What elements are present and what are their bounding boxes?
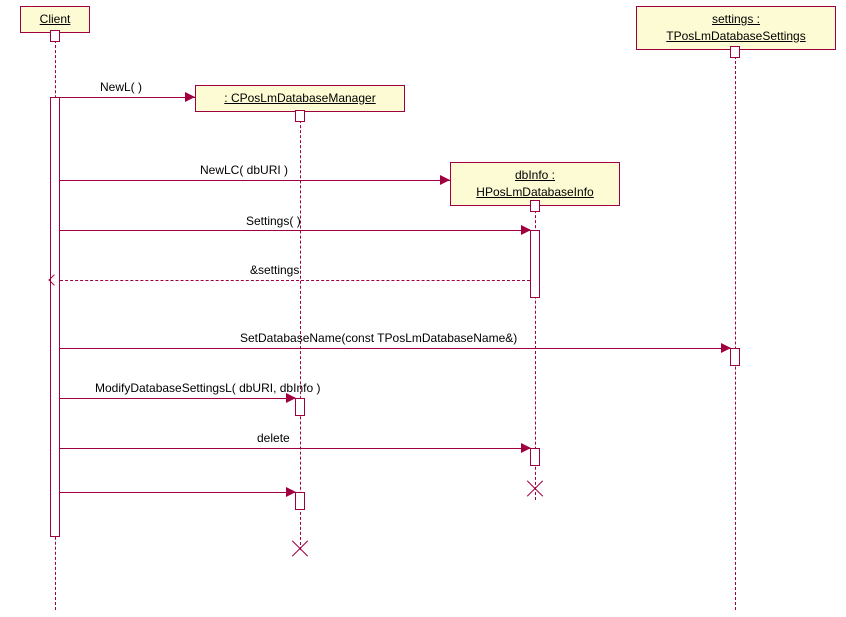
- arrow-setdbname: [721, 343, 731, 353]
- arrow-delete-dbinfo: [521, 443, 531, 453]
- participant-settings-line1: settings :: [712, 12, 760, 26]
- participant-manager-label: : CPosLmDatabaseManager: [224, 91, 375, 105]
- stub-dbinfo: [530, 200, 540, 212]
- label-delete: delete: [257, 431, 290, 445]
- message-delete-manager: [60, 492, 295, 493]
- participant-settings: settings : TPosLmDatabaseSettings: [636, 6, 836, 50]
- participant-manager: : CPosLmDatabaseManager: [195, 85, 405, 112]
- participant-client: Client: [20, 6, 90, 33]
- return-settings: [50, 280, 530, 281]
- message-newl: [60, 97, 195, 98]
- label-setdbname: SetDatabaseName(const TPosLmDatabaseName…: [240, 331, 517, 345]
- participant-dbinfo-line2: HPosLmDatabaseInfo: [476, 185, 593, 199]
- label-return-settings: &settings: [250, 263, 299, 277]
- stub-client: [50, 30, 60, 42]
- arrow-settings: [521, 225, 531, 235]
- message-modify: [60, 398, 295, 399]
- participant-dbinfo-line1: dbInfo :: [515, 168, 555, 182]
- lifeline-settings: [735, 46, 736, 610]
- activation-client-main: [50, 97, 60, 537]
- message-newlc: [60, 180, 450, 181]
- destroy-dbinfo: [527, 480, 543, 496]
- lifeline-manager: [300, 110, 301, 550]
- destroy-manager: [292, 540, 308, 556]
- label-newl: NewL( ): [100, 80, 142, 94]
- activation-dbinfo-settings: [530, 230, 540, 298]
- message-setdbname: [60, 348, 730, 349]
- activation-manager-modify: [295, 398, 305, 416]
- participant-settings-line2: TPosLmDatabaseSettings: [666, 29, 805, 43]
- activation-manager-delete: [295, 492, 305, 510]
- label-settings: Settings( ): [246, 214, 301, 228]
- arrow-delete-manager: [286, 487, 296, 497]
- message-settings: [60, 230, 530, 231]
- stub-manager: [295, 110, 305, 122]
- arrow-modify: [286, 393, 296, 403]
- message-delete-dbinfo: [60, 448, 530, 449]
- participant-client-label: Client: [40, 12, 71, 26]
- activation-dbinfo-delete: [530, 448, 540, 466]
- arrow-newl: [185, 92, 195, 102]
- stub-settings: [730, 46, 740, 58]
- activation-settings-set: [730, 348, 740, 366]
- label-newlc: NewLC( dbURI ): [200, 163, 288, 177]
- arrow-newlc: [440, 175, 450, 185]
